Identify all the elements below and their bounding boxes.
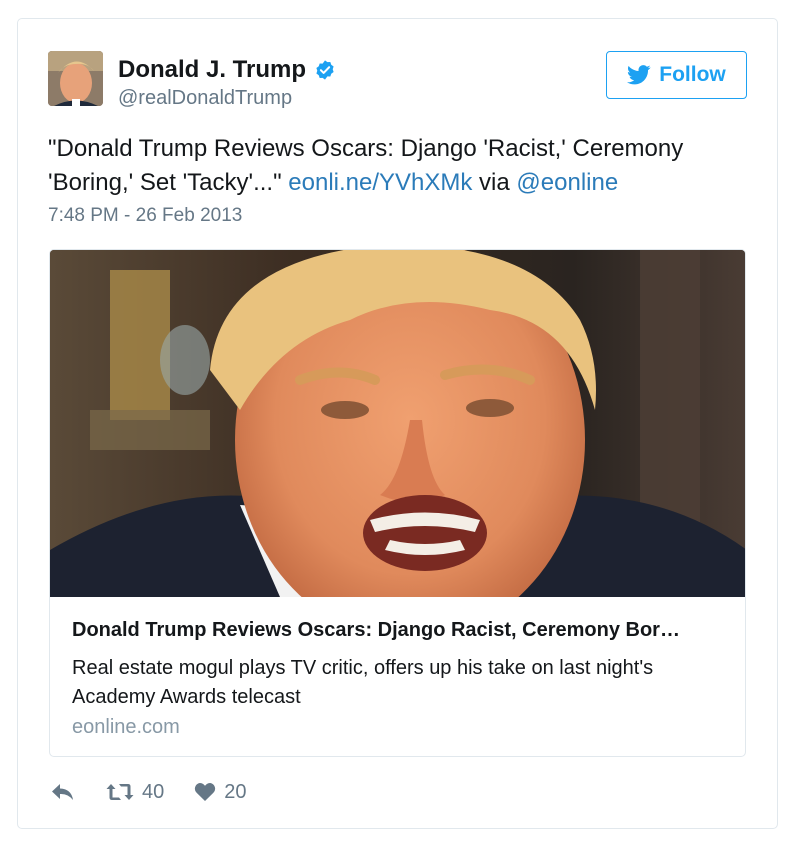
tweet-mention[interactable]: @eonline <box>516 169 618 196</box>
like-button[interactable]: 20 <box>194 780 247 804</box>
author-handle[interactable]: @realDonaldTrump <box>118 87 292 110</box>
like-count: 20 <box>224 780 247 803</box>
reply-button[interactable] <box>50 782 76 802</box>
tweet-text: "Donald Trump Reviews Oscars: Django 'Ra… <box>48 132 748 200</box>
retweet-button[interactable]: 40 <box>106 781 164 804</box>
avatar[interactable] <box>48 51 103 106</box>
follow-label: Follow <box>659 63 726 86</box>
card-image[interactable] <box>50 250 745 597</box>
author-name-text[interactable]: Donald J. Trump <box>118 56 306 84</box>
card-title[interactable]: Donald Trump Reviews Oscars: Django Raci… <box>72 619 732 642</box>
link-preview-card[interactable]: Donald Trump Reviews Oscars: Django Raci… <box>49 249 746 757</box>
verified-badge-icon <box>314 59 336 81</box>
tweet-timestamp[interactable]: 7:48 PM - 26 Feb 2013 <box>48 205 242 227</box>
tweet-header: Donald J. Trump @realDonaldTrump Follow <box>48 51 747 110</box>
tweet-card: Donald J. Trump @realDonaldTrump Follow … <box>17 18 778 829</box>
twitter-bird-icon <box>627 65 651 85</box>
follow-button[interactable]: Follow <box>606 51 747 99</box>
reply-icon <box>52 784 73 800</box>
card-description: Real estate mogul plays TV critic, offer… <box>72 657 654 708</box>
retweet-icon <box>106 784 134 800</box>
author-name[interactable]: Donald J. Trump <box>118 56 336 84</box>
heart-icon <box>195 782 216 801</box>
retweet-count: 40 <box>142 780 165 803</box>
card-domain: eonline.com <box>72 716 180 738</box>
tweet-actions: 40 20 <box>50 777 277 807</box>
tweet-link[interactable]: eonli.ne/YVhXMk <box>288 169 472 196</box>
tweet-text-via: via <box>472 169 517 196</box>
